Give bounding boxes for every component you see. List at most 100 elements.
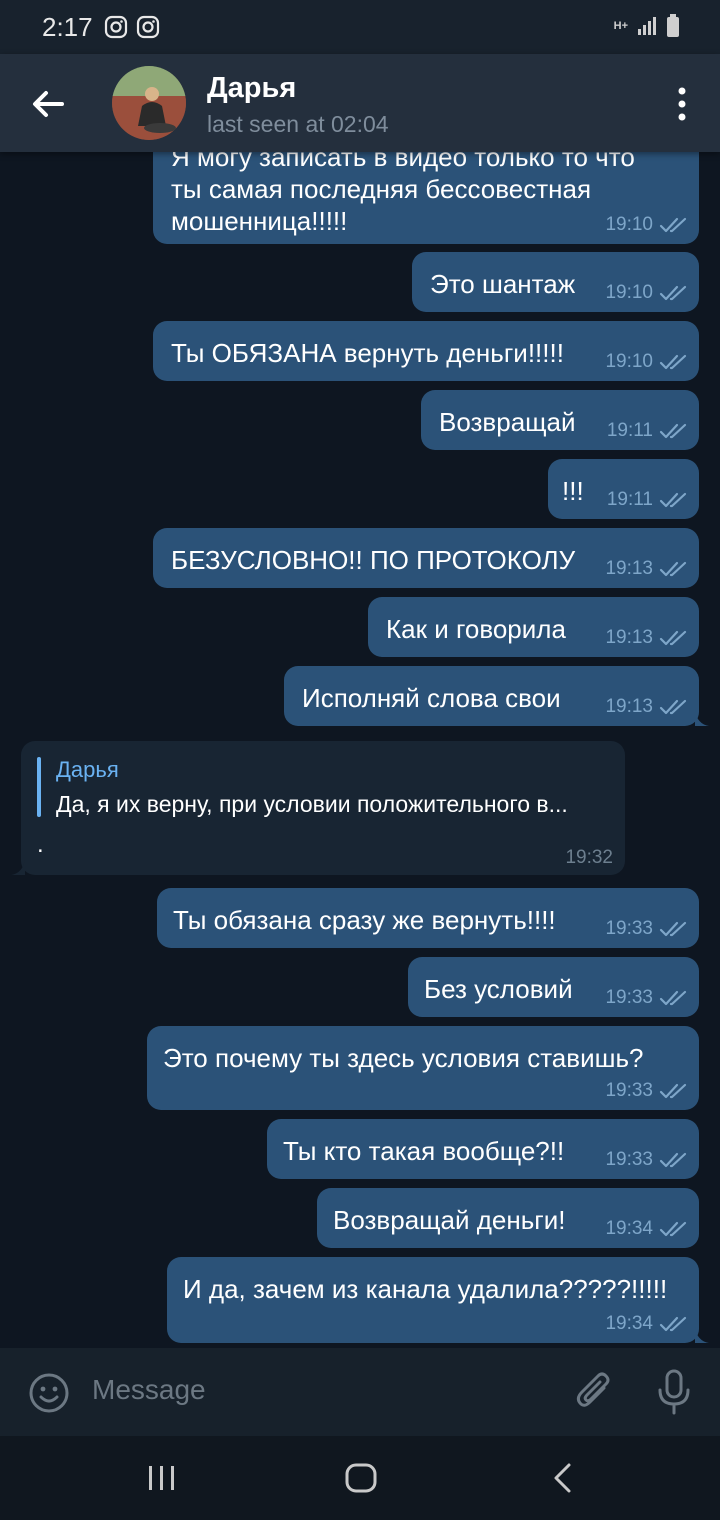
status-system-icons: H+ — [614, 14, 680, 38]
double-check-icon — [659, 217, 687, 233]
message-meta: 19:33 — [605, 1080, 689, 1102]
message-text-line: ты самая последняя бессовестная — [171, 174, 592, 204]
microphone-icon[interactable] — [656, 1368, 692, 1416]
double-check-icon — [659, 921, 687, 937]
message-text: Без условий — [424, 974, 573, 1004]
contact-last-seen: last seen at 02:04 — [207, 111, 389, 137]
double-check-icon — [659, 1152, 687, 1168]
message-text: Исполняй слова свои — [302, 683, 561, 713]
bubble-tail — [11, 859, 25, 875]
home-icon[interactable] — [344, 1462, 378, 1494]
back-arrow-icon[interactable] — [26, 84, 70, 124]
double-check-icon — [659, 990, 687, 1006]
chat-header: Дарья last seen at 02:04 — [0, 54, 720, 152]
message-time: 19:33 — [605, 1080, 653, 1101]
message-text: Ты ОБЯЗАНА вернуть деньги!!!!! — [171, 338, 564, 368]
message-time: 19:13 — [605, 558, 653, 579]
status-notification-icons — [104, 15, 160, 39]
message-text: !!! — [562, 476, 584, 506]
outgoing-message[interactable]: Возвращай деньги! 19:34 — [317, 1188, 699, 1248]
message-meta: 19:33 — [605, 1149, 689, 1171]
message-meta: 19:11 — [607, 489, 689, 511]
system-navigation-bar — [0, 1436, 720, 1520]
contact-avatar[interactable] — [112, 66, 186, 140]
message-time: 19:10 — [605, 351, 653, 372]
message-text: Ты кто такая вообще?!! — [283, 1136, 565, 1166]
message-text: . — [37, 831, 44, 858]
network-type-label: H+ — [613, 20, 628, 32]
outgoing-message[interactable]: Ты кто такая вообще?!! 19:33 — [267, 1119, 699, 1179]
message-time: 19:33 — [605, 918, 653, 939]
double-check-icon — [659, 1083, 687, 1099]
reply-snippet[interactable]: Да, я их верну, при условии положительно… — [56, 791, 611, 818]
message-meta: 19:13 — [605, 558, 689, 580]
message-time: 19:33 — [605, 1149, 653, 1170]
double-check-icon — [659, 285, 687, 301]
message-meta: 19:13 — [605, 696, 689, 718]
message-text: Это шантаж — [430, 269, 576, 299]
status-bar: 2:17 H+ — [0, 0, 720, 54]
message-text-line: мошенница!!!!! — [171, 206, 348, 236]
message-text-line: Я могу записать в видео только то что — [171, 152, 635, 172]
message-text: Ты обязана сразу же вернуть!!!! — [173, 905, 556, 935]
instagram-icon — [104, 15, 128, 39]
instagram-icon — [136, 15, 160, 39]
double-check-icon — [659, 1221, 687, 1237]
outgoing-message[interactable]: БЕЗУСЛОВНО!! ПО ПРОТОКОЛУ 19:13 — [153, 528, 699, 588]
reply-quote-bar — [37, 757, 41, 817]
message-input[interactable]: Message — [92, 1374, 206, 1406]
outgoing-message[interactable]: !!! 19:11 — [548, 459, 699, 519]
battery-icon — [667, 14, 679, 37]
message-meta: 19:33 — [605, 987, 689, 1009]
recent-apps-icon[interactable] — [146, 1464, 178, 1492]
outgoing-message[interactable]: Это почему ты здесь условия ставишь? 19:… — [147, 1026, 699, 1110]
outgoing-message[interactable]: Это шантаж 19:10 — [412, 252, 699, 312]
double-check-icon — [659, 561, 687, 577]
message-time: 19:13 — [605, 696, 653, 717]
message-meta: 19:10 — [605, 351, 689, 373]
outgoing-message[interactable]: Ты обязана сразу же вернуть!!!! 19:33 — [157, 888, 699, 948]
message-time: 19:11 — [606, 420, 653, 441]
double-check-icon — [659, 699, 687, 715]
message-composer: Message — [0, 1348, 720, 1436]
message-time: 19:10 — [605, 214, 653, 235]
message-meta: 19:10 — [605, 214, 689, 236]
message-text: Возвращай — [439, 407, 576, 437]
contact-name[interactable]: Дарья — [207, 72, 296, 105]
avatar-photo — [112, 66, 186, 140]
message-time: 19:32 — [565, 847, 613, 868]
outgoing-message[interactable]: Возвращай 19:11 — [421, 390, 699, 450]
outgoing-message[interactable]: И да, зачем из канала удалила?????!!!!! … — [167, 1257, 709, 1343]
message-text: БЕЗУСЛОВНО!! ПО ПРОТОКОЛУ — [171, 545, 576, 575]
more-options-icon[interactable] — [674, 84, 690, 124]
double-check-icon — [659, 423, 687, 439]
outgoing-message[interactable]: Без условий 19:33 — [408, 957, 699, 1017]
emoji-icon[interactable] — [28, 1372, 70, 1414]
back-icon[interactable] — [550, 1462, 574, 1494]
message-meta: 19:10 — [605, 282, 689, 304]
message-text: Это почему ты здесь условия ставишь? — [163, 1043, 644, 1073]
message-meta: 19:13 — [605, 627, 689, 649]
incoming-message[interactable]: Дарья Да, я их верну, при условии положи… — [11, 741, 625, 875]
paperclip-icon[interactable] — [574, 1370, 614, 1414]
message-text: И да, зачем из канала удалила?????!!!!! — [183, 1274, 668, 1304]
message-time: 19:34 — [605, 1313, 653, 1334]
outgoing-message[interactable]: Ты ОБЯЗАНА вернуть деньги!!!!! 19:10 — [153, 321, 699, 381]
message-time: 19:34 — [605, 1218, 653, 1239]
outgoing-message[interactable]: Как и говорила 19:13 — [368, 597, 699, 657]
double-check-icon — [659, 1316, 687, 1332]
message-time: 19:11 — [606, 489, 653, 510]
message-meta: 19:34 — [605, 1313, 689, 1335]
message-text: Возвращай деньги! — [333, 1205, 566, 1235]
message-meta: 19:34 — [605, 1218, 689, 1240]
message-list[interactable]: Я могу записать в видео только то что ты… — [0, 152, 720, 1348]
message-meta: 19:33 — [605, 918, 689, 940]
reply-author[interactable]: Дарья — [56, 757, 119, 783]
signal-icon — [638, 17, 656, 35]
status-time: 2:17 — [42, 12, 93, 42]
outgoing-message[interactable]: Я могу записать в видео только то что ты… — [153, 152, 699, 244]
bubble-tail — [695, 710, 709, 726]
message-time: 19:10 — [605, 282, 653, 303]
outgoing-message[interactable]: Исполняй слова свои 19:13 — [284, 666, 709, 726]
message-time: 19:13 — [605, 627, 653, 648]
